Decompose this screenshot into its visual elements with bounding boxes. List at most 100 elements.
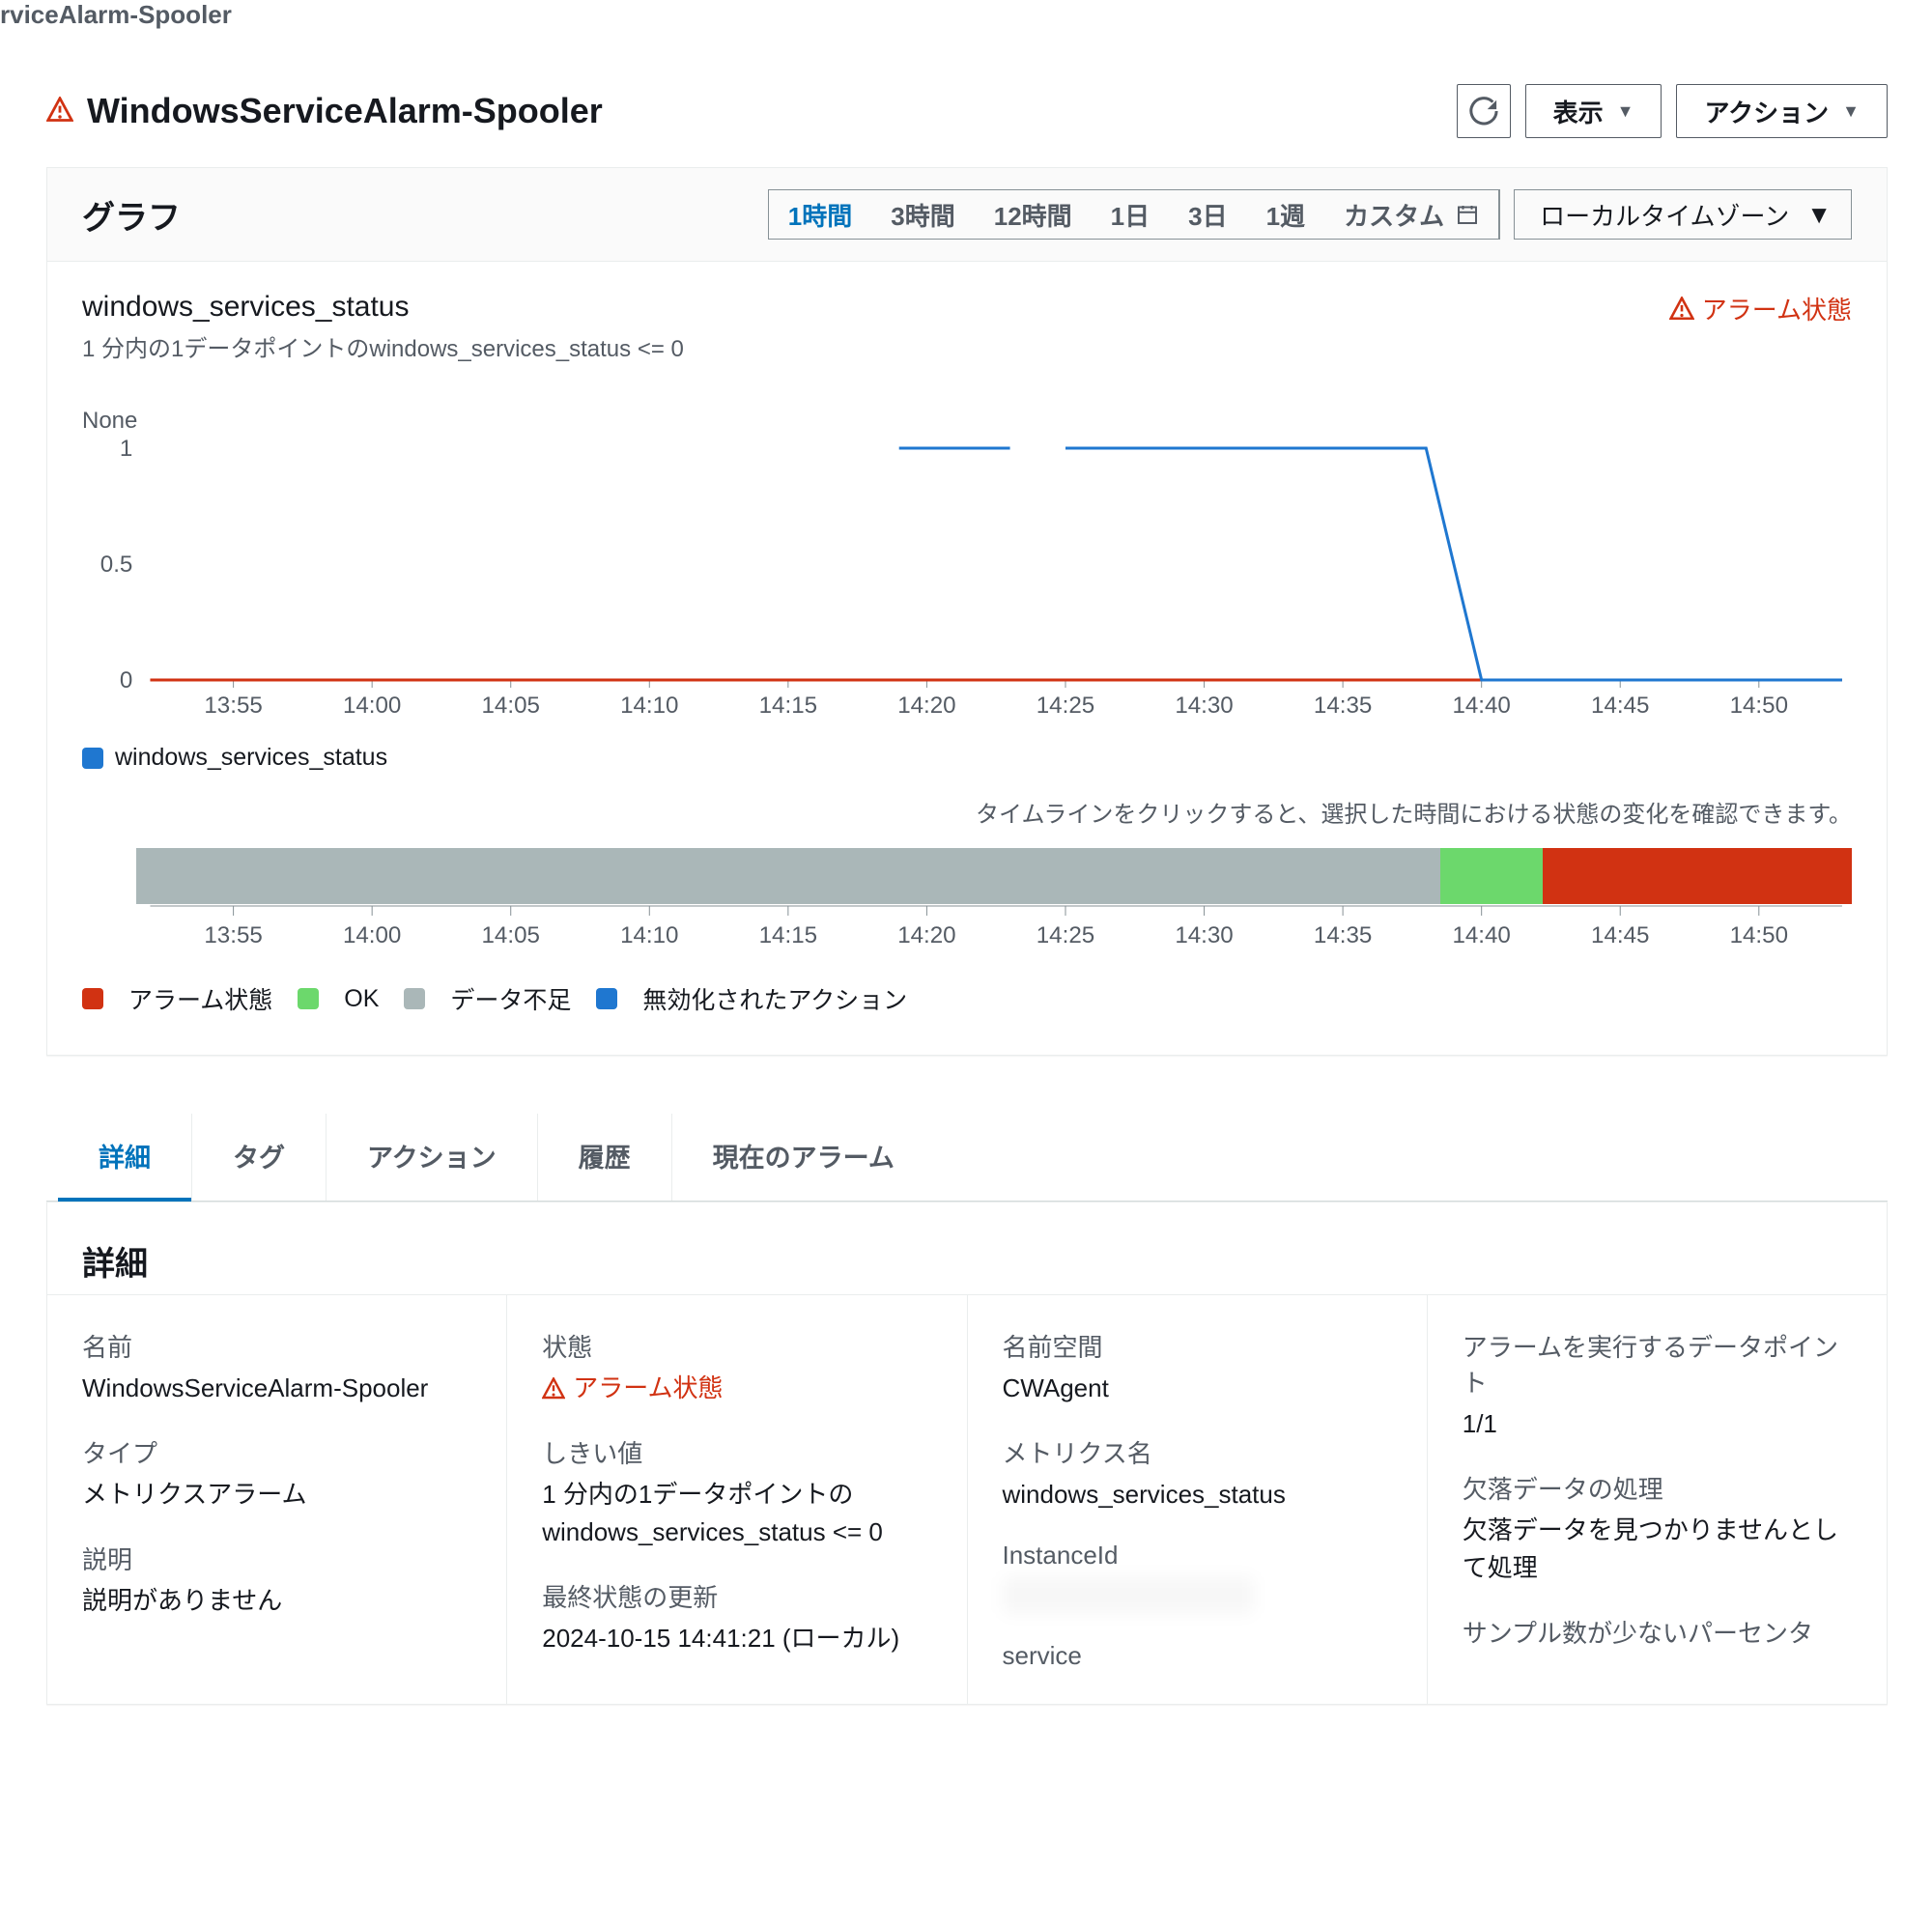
field-value-namespace: CWAgent	[1003, 1370, 1392, 1407]
field-label: 欠落データの処理	[1463, 1470, 1852, 1506]
svg-text:14:00: 14:00	[343, 693, 401, 719]
svg-text:14:35: 14:35	[1314, 693, 1372, 719]
svg-text:14:00: 14:00	[343, 922, 401, 948]
graph-card: グラフ 1時間 3時間 12時間 1日 3日 1週 カスタム	[46, 167, 1888, 1056]
svg-text:14:40: 14:40	[1452, 922, 1510, 948]
field-label: 最終状態の更新	[542, 1578, 931, 1614]
field-value-last-update: 2024-10-15 14:41:21 (ローカル)	[542, 1620, 931, 1657]
field-label: メトリクス名	[1003, 1434, 1392, 1470]
details-header: 詳細	[82, 1237, 1852, 1285]
field-label: しきい値	[542, 1434, 931, 1470]
series-swatch-icon	[82, 748, 103, 769]
display-button-label: 表示	[1553, 94, 1604, 129]
field-value-state: アラーム状態	[542, 1370, 931, 1407]
timeline-chunk-ok[interactable]	[1440, 848, 1544, 904]
calendar-icon	[1456, 203, 1479, 226]
alarm-state-badge: アラーム状態	[1669, 291, 1852, 326]
refresh-button[interactable]	[1457, 84, 1511, 138]
series-legend-label: windows_services_status	[115, 744, 387, 772]
svg-text:0: 0	[120, 667, 132, 693]
timeline-hint: タイムラインをクリックすると、選択した時間における状態の変化を確認できます。	[82, 795, 1852, 829]
field-value-state-text: アラーム状態	[573, 1370, 723, 1407]
alarm-state-text: アラーム状態	[1702, 291, 1852, 326]
svg-text:13:55: 13:55	[204, 922, 262, 948]
field-label: 名前	[82, 1328, 471, 1364]
field-value-type: メトリクスアラーム	[82, 1476, 471, 1514]
tab-アクション[interactable]: アクション	[326, 1114, 537, 1201]
field-value-missing: 欠落データを見つかりませんとして処理	[1463, 1512, 1852, 1587]
range-1w[interactable]: 1週	[1247, 190, 1324, 239]
alarm-icon	[1669, 297, 1694, 322]
range-1d[interactable]: 1日	[1092, 190, 1169, 239]
graph-header: グラフ	[82, 191, 181, 239]
actions-button[interactable]: アクション ▼	[1676, 84, 1888, 138]
display-button[interactable]: 表示 ▼	[1525, 84, 1662, 138]
svg-text:13:55: 13:55	[204, 693, 262, 719]
timezone-select[interactable]: ローカルタイムゾーン ▼	[1514, 189, 1852, 240]
timeline-chunk-insufficient[interactable]	[136, 848, 1440, 904]
details-col-4: アラームを実行するデータポイント 1/1 欠落データの処理 欠落データを見つかり…	[1427, 1294, 1887, 1704]
refresh-icon	[1469, 97, 1498, 126]
actions-button-label: アクション	[1704, 94, 1829, 129]
svg-text:14:10: 14:10	[620, 922, 678, 948]
svg-text:14:15: 14:15	[759, 922, 817, 948]
svg-text:14:05: 14:05	[482, 693, 540, 719]
range-1h[interactable]: 1時間	[769, 190, 871, 239]
svg-text:14:25: 14:25	[1037, 922, 1094, 948]
field-label: アラームを実行するデータポイント	[1463, 1328, 1852, 1400]
svg-text:14:45: 14:45	[1591, 922, 1649, 948]
line-chart[interactable]: 1 0.5 0 13:55 14:00 14:05 14:10 14:15 14:20 14:25…	[82, 439, 1852, 728]
legend-insufficient: データ不足	[450, 981, 571, 1016]
timeline-chunk-alarm[interactable]	[1543, 848, 1852, 904]
svg-text:14:25: 14:25	[1037, 693, 1094, 719]
field-label: 状態	[542, 1328, 931, 1364]
tab-現在のアラーム[interactable]: 現在のアラーム	[671, 1114, 935, 1201]
svg-text:14:40: 14:40	[1452, 693, 1510, 719]
alarm-icon	[46, 97, 73, 127]
range-3h[interactable]: 3時間	[871, 190, 974, 239]
caret-down-icon: ▼	[1842, 101, 1860, 122]
state-legend: アラーム状態 OK データ不足 無効化されたアクション	[82, 981, 1852, 1016]
range-custom[interactable]: カスタム	[1324, 190, 1498, 239]
svg-text:14:10: 14:10	[620, 693, 678, 719]
legend-ok: OK	[344, 985, 379, 1013]
swatch-alarm-icon	[82, 988, 103, 1009]
legend-alarm: アラーム状態	[128, 981, 272, 1016]
svg-text:14:50: 14:50	[1730, 693, 1788, 719]
field-label: 名前空間	[1003, 1328, 1392, 1364]
page-title: WindowsServiceAlarm-Spooler	[87, 91, 603, 131]
field-value-instance: i-00000000000000000	[1003, 1576, 1392, 1614]
svg-text:14:30: 14:30	[1175, 922, 1233, 948]
svg-text:14:20: 14:20	[897, 693, 955, 719]
field-value-threshold: 1 分内の1データポイントのwindows_services_status <=…	[542, 1476, 931, 1551]
range-custom-label: カスタム	[1344, 197, 1444, 233]
svg-text:1: 1	[120, 439, 132, 462]
swatch-ok-icon	[298, 988, 319, 1009]
range-3d[interactable]: 3日	[1169, 190, 1246, 239]
svg-text:0.5: 0.5	[100, 552, 133, 578]
svg-text:14:50: 14:50	[1730, 922, 1788, 948]
field-label: InstanceId	[1003, 1541, 1392, 1570]
details-col-1: 名前 WindowsServiceAlarm-Spooler タイプ メトリクス…	[47, 1294, 506, 1704]
tab-詳細[interactable]: 詳細	[58, 1114, 191, 1202]
timezone-label: ローカルタイムゾーン	[1540, 197, 1789, 233]
field-value-metric: windows_services_status	[1003, 1476, 1392, 1514]
field-label: 説明	[82, 1541, 471, 1576]
field-label: タイプ	[82, 1434, 471, 1470]
chart-title: windows_services_status	[82, 291, 684, 324]
caret-down-icon: ▼	[1806, 200, 1832, 230]
svg-text:14:15: 14:15	[759, 693, 817, 719]
details-col-3: 名前空間 CWAgent メトリクス名 windows_services_sta…	[967, 1294, 1427, 1704]
tab-タグ[interactable]: タグ	[191, 1114, 326, 1201]
field-value-datapoints: 1/1	[1463, 1405, 1852, 1443]
alarm-icon	[542, 1377, 565, 1401]
header-row: WindowsServiceAlarm-Spooler 表示 ▼ アクション ▼	[46, 84, 1888, 138]
breadcrumb-partial: rviceAlarm-Spooler	[0, 0, 1932, 40]
state-timeline[interactable]	[136, 848, 1852, 904]
range-12h[interactable]: 12時間	[975, 190, 1092, 239]
svg-text:14:35: 14:35	[1314, 922, 1372, 948]
tab-履歴[interactable]: 履歴	[537, 1114, 671, 1201]
legend-disabled: 無効化されたアクション	[642, 981, 907, 1016]
field-label: service	[1003, 1641, 1392, 1671]
swatch-disabled-icon	[596, 988, 617, 1009]
